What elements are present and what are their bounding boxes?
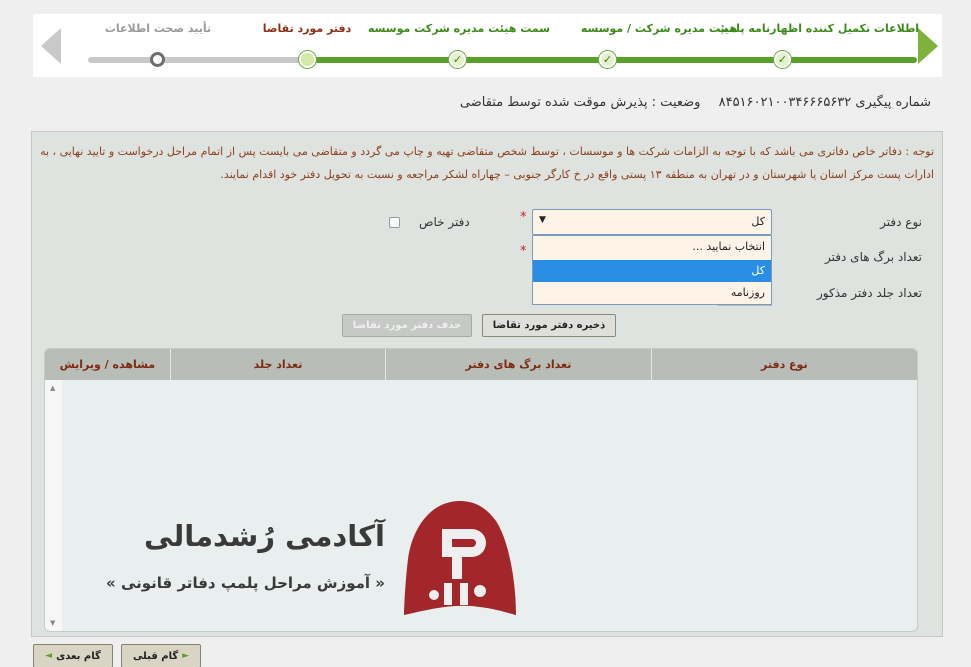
next-step-arrow-icon[interactable] — [918, 28, 938, 64]
column-header-volumes[interactable]: تعداد جلد — [169, 349, 386, 380]
step-label-requested-book[interactable]: دفتر مورد تقاضا — [263, 22, 351, 35]
book-type-dropdown-list[interactable]: انتخاب نمایید ... کل روزنامه — [532, 235, 772, 305]
next-step-label: گام بعدی — [56, 650, 101, 662]
pages-count-label: تعداد برگ های دفتر — [825, 250, 922, 264]
step-label-board-of-directors[interactable]: هیئت مدیره شرکت / موسسه — [581, 22, 737, 35]
previous-step-button[interactable]: ► گام قبلی — [121, 644, 201, 667]
arrow-left-icon: ◄ — [45, 651, 53, 661]
check-icon: ✓ — [602, 53, 613, 66]
column-header-book-type[interactable]: نوع دفتر — [650, 349, 917, 380]
request-status: وضعیت : پذیرش موقت شده توسط متقاضی — [459, 95, 701, 110]
wizard-progress: اطلاعات تکمیل کننده اظهارنامه پلمپ هیئت … — [33, 14, 942, 77]
dropdown-option-choose[interactable]: انتخاب نمایید ... — [533, 236, 771, 260]
notice-text: توجه : دفاتر خاص دفاتری می باشد که با تو… — [40, 145, 934, 181]
watermark-title: آکادمی رُشدمالی — [143, 519, 385, 553]
next-step-button[interactable]: گام بعدی ◄ — [33, 644, 113, 667]
arrow-right-icon: ► — [182, 651, 190, 661]
book-type-selected-value: کل — [751, 215, 765, 228]
table-header: مشاهده / ویرایش تعداد جلد تعداد برگ های … — [45, 349, 917, 380]
dropdown-option-roznameh[interactable]: روزنامه — [533, 282, 771, 304]
check-icon: ✓ — [452, 53, 463, 66]
requested-books-table: مشاهده / ویرایش تعداد جلد تعداد برگ های … — [44, 348, 918, 632]
previous-step-arrow-icon[interactable] — [41, 28, 61, 64]
delete-requested-book-button[interactable]: حذف دفتر مورد تقاضا — [342, 314, 472, 337]
column-header-view-edit[interactable]: مشاهده / ویرایش — [45, 349, 170, 380]
step-node-requested-book[interactable] — [299, 51, 316, 68]
step-label-board-position[interactable]: سمت هیئت مدیره شرکت موسسه — [368, 22, 550, 35]
required-mark: * — [520, 210, 527, 225]
save-requested-book-button[interactable]: ذخیره دفتر مورد تقاضا — [482, 314, 616, 337]
table-scrollbar[interactable]: ▲ ▼ — [45, 380, 62, 631]
step-label-applicant-info[interactable]: اطلاعات تکمیل کننده اظهارنامه پلمپ — [717, 22, 919, 35]
step-node-applicant-info[interactable]: ✓ — [774, 51, 791, 68]
tracking-info: شماره پیگیری ۸۴۵۱۶۰۲۱۰۰۳۴۶۶۶۵۶۳۲ وضعیت :… — [446, 95, 931, 110]
step-node-board-of-directors[interactable]: ✓ — [599, 51, 616, 68]
requested-book-panel: توجه : دفاتر خاص دفاتری می باشد که با تو… — [31, 131, 943, 637]
scroll-up-icon[interactable]: ▲ — [50, 384, 55, 392]
progress-track-remaining — [88, 57, 312, 63]
watermark: آکادمی رُشدمالی « آموزش مراحل پلمپ دفاتر… — [106, 499, 520, 615]
check-icon: ✓ — [777, 53, 788, 66]
book-type-label: نوع دفتر — [880, 215, 922, 229]
tracking-number: شماره پیگیری ۸۴۵۱۶۰۲۱۰۰۳۴۶۶۶۵۶۳۲ — [718, 95, 931, 110]
step-node-board-position[interactable]: ✓ — [449, 51, 466, 68]
academy-logo-icon — [404, 501, 516, 615]
dropdown-option-kol[interactable]: کل — [533, 260, 771, 282]
required-mark: * — [520, 244, 527, 259]
column-header-pages[interactable]: تعداد برگ های دفتر — [385, 349, 650, 380]
step-node-confirm-info[interactable] — [150, 52, 165, 67]
dropdown-arrow-icon: ▼ — [539, 215, 546, 225]
step-label-confirm-info[interactable]: تأیید صحت اطلاعات — [105, 22, 211, 35]
volumes-count-label: تعداد جلد دفتر مذکور — [817, 286, 922, 300]
special-book-checkbox[interactable] — [389, 217, 400, 228]
previous-step-label: گام قبلی — [132, 650, 179, 662]
special-book-label: دفتر خاص — [419, 215, 470, 229]
scroll-down-icon[interactable]: ▼ — [50, 619, 55, 627]
book-type-select[interactable]: کل ▼ — [532, 209, 772, 235]
watermark-subtitle: « آموزش مراحل پلمپ دفاتر قانونی » — [106, 574, 385, 592]
